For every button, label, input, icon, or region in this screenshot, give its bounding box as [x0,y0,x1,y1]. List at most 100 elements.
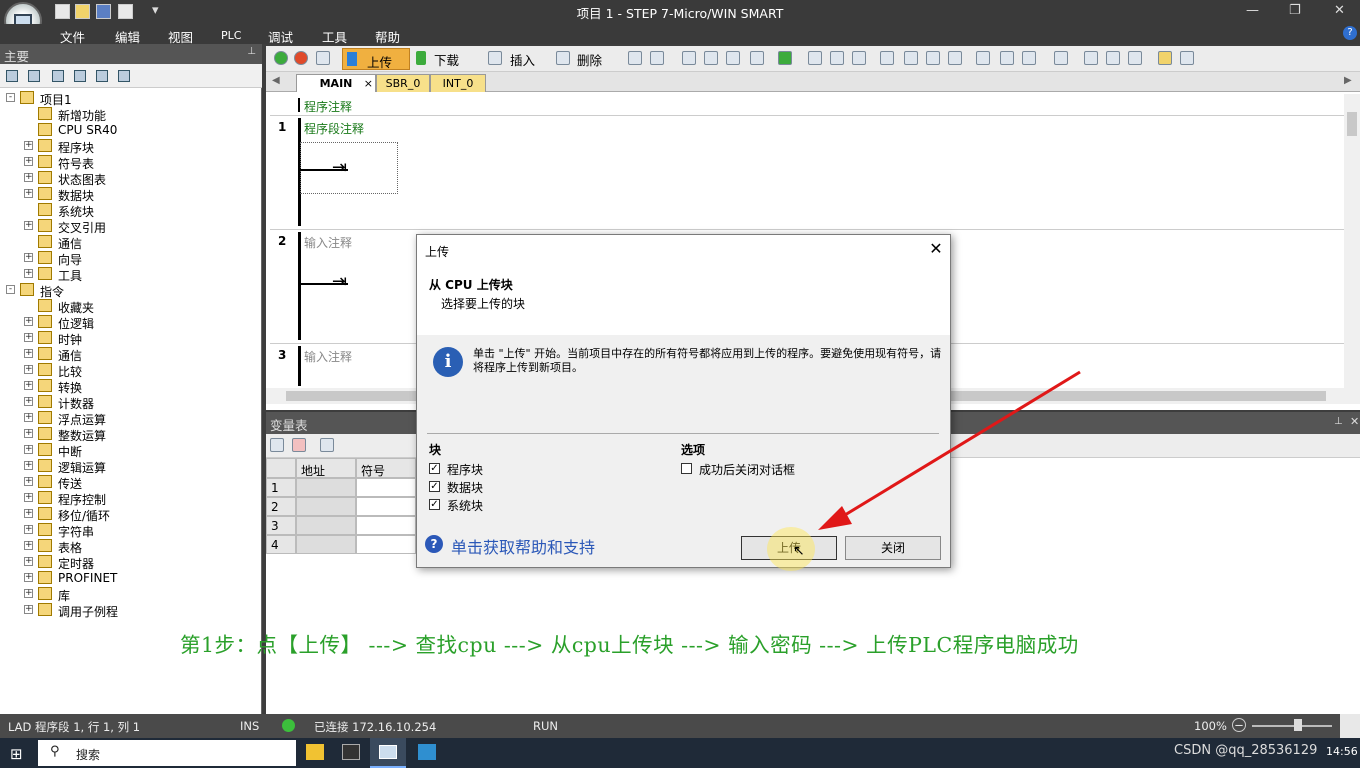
toolbar-icon[interactable] [852,51,866,65]
expand-icon[interactable]: + [24,557,33,566]
expand-icon[interactable]: + [24,605,33,614]
toolbar-icon[interactable] [830,51,844,65]
selection-box[interactable] [300,142,398,194]
tree-item[interactable]: 收藏夹 [0,298,260,315]
pin-icon[interactable]: ⊥ [247,46,256,57]
expand-icon[interactable]: + [24,189,33,198]
collapse-icon[interactable]: - [6,285,15,294]
contact-icon[interactable] [976,51,990,65]
zoom-out-icon[interactable]: − [1232,718,1246,732]
tree-item[interactable]: + 计数器 [0,394,260,411]
toolbar-icon[interactable] [750,51,764,65]
download-label[interactable]: 下载 [434,50,459,69]
expand-icon[interactable]: + [24,157,33,166]
network-comment[interactable]: 输入注释 [304,234,352,251]
key-icon[interactable] [1158,51,1172,65]
symbol-cell[interactable] [356,478,416,497]
vertical-scrollbar[interactable] [1344,94,1360,388]
upload-button[interactable]: 上传 [342,48,410,70]
expand-icon[interactable]: + [24,381,33,390]
step7-taskbar-button[interactable] [370,738,406,768]
tree-item[interactable]: + 整数运算 [0,426,260,443]
tree-item[interactable]: + 浮点运算 [0,410,260,427]
tree-tool-icon[interactable] [28,70,40,82]
save-icon[interactable] [96,4,111,19]
toolbar-icon[interactable] [682,51,696,65]
expand-icon[interactable]: + [24,445,33,454]
expand-icon[interactable]: + [24,509,33,518]
insert-label[interactable]: 插入 [510,50,535,69]
expand-icon[interactable]: + [24,397,33,406]
app-icon[interactable] [418,744,436,760]
tree-tool-icon[interactable] [118,70,130,82]
branch-icon[interactable] [926,51,940,65]
delete-row-icon[interactable] [292,438,306,452]
tree-item[interactable]: + 向导 [0,250,260,267]
toolbar-icon[interactable] [704,51,718,65]
toolbar-icon[interactable] [320,438,334,452]
help-icon[interactable]: ? [425,535,443,553]
branch-icon[interactable] [948,51,962,65]
tree-item[interactable]: 新增功能 [0,106,260,123]
network-1[interactable]: 1 程序段注释 ⇥ [270,116,1344,230]
expand-icon[interactable]: + [24,525,33,534]
address-cell[interactable] [296,535,356,554]
print-icon[interactable] [118,4,133,19]
tree-item[interactable]: 通信 [0,234,260,251]
tree-item[interactable]: + 时钟 [0,330,260,347]
toolbar-icon[interactable] [1128,51,1142,65]
tree-item[interactable]: + 字符串 [0,522,260,539]
tree-tool-icon[interactable] [52,70,64,82]
tree-item[interactable]: + 比较 [0,362,260,379]
expand-icon[interactable]: + [24,141,33,150]
stop-icon[interactable] [294,51,308,65]
expand-icon[interactable]: + [24,317,33,326]
delete-icon[interactable] [556,51,570,65]
restore-icon[interactable]: ❐ [1289,3,1301,18]
tab-int0[interactable]: INT_0 [430,74,486,92]
expand-icon[interactable]: + [24,365,33,374]
help-icon[interactable]: ? [1343,26,1357,40]
expand-icon[interactable]: + [24,589,33,598]
tab-main[interactable]: MAIN × [296,74,376,92]
tree-item[interactable]: + 通信 [0,346,260,363]
toolbar-icon[interactable] [1084,51,1098,65]
tab-close-icon[interactable]: × [364,77,373,90]
expand-icon[interactable]: + [24,477,33,486]
address-cell[interactable] [296,478,356,497]
symbol-cell[interactable] [356,497,416,516]
checkbox[interactable]: ✓ [429,499,440,510]
tree-item[interactable]: + 传送 [0,474,260,491]
tree-item[interactable]: + PROFINET [0,570,260,586]
symbol-cell[interactable] [356,535,416,554]
taskbar-search-box[interactable]: ⚲ 搜索 [38,740,296,766]
download-arrow-icon[interactable] [416,51,426,65]
tree-item[interactable]: - 指令 [0,282,260,299]
delete-label[interactable]: 删除 [577,50,602,69]
tree-item[interactable]: + 程序控制 [0,490,260,507]
toolbar-icon[interactable] [1180,51,1194,65]
expand-icon[interactable]: + [24,333,33,342]
tree-item[interactable]: + 状态图表 [0,170,260,187]
run-icon[interactable] [274,51,288,65]
symbol-cell[interactable] [356,516,416,535]
insert-icon[interactable] [488,51,502,65]
expand-icon[interactable]: + [24,541,33,550]
network-comment[interactable]: 输入注释 [304,348,352,365]
close-window-icon[interactable]: ✕ [1334,3,1345,18]
tree-item[interactable]: + 程序块 [0,138,260,155]
tab-sbr0[interactable]: SBR_0 [376,74,430,92]
tree-item[interactable]: + 转换 [0,378,260,395]
box-icon[interactable] [1022,51,1036,65]
branch-icon[interactable] [904,51,918,65]
column-header[interactable]: 符号 [356,458,416,478]
compile-icon[interactable] [316,51,330,65]
toolbar-icon[interactable] [726,51,740,65]
expand-icon[interactable]: + [24,221,33,230]
help-link[interactable]: 单击获取帮助和支持 [451,534,595,558]
quick-access-dropdown-icon[interactable]: ▾ [152,3,159,18]
dialog-close-icon[interactable]: ✕ [925,238,947,260]
checkbox[interactable] [681,463,692,474]
tab-scroll-left-icon[interactable]: ◀ [272,75,280,86]
scroll-thumb[interactable] [1347,112,1357,136]
